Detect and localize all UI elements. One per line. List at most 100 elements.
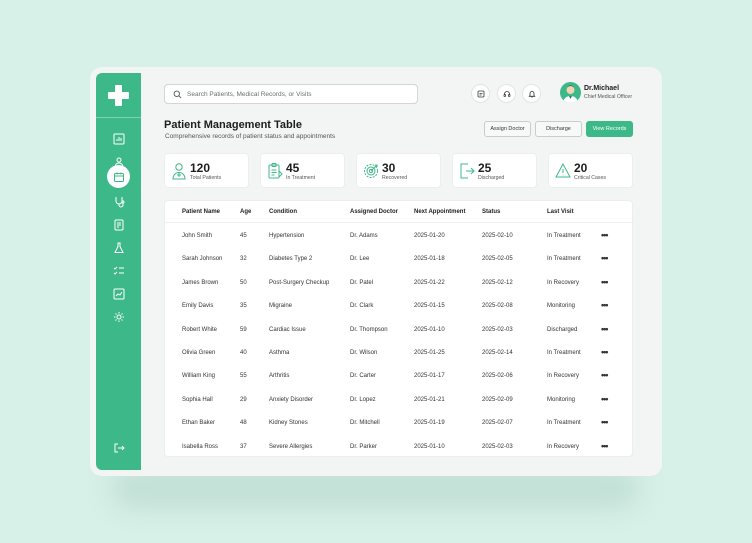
table-cell: 2025-01-19: [414, 420, 445, 427]
stat-label: Discharged: [478, 175, 505, 181]
assign-doctor-button[interactable]: Assign Doctor: [484, 121, 531, 137]
column-header[interactable]: Next Appointment: [414, 209, 465, 215]
sidebar-item-logout[interactable]: [107, 436, 130, 459]
column-header[interactable]: Last Visit: [547, 209, 574, 215]
column-header[interactable]: Assigned Doctor: [350, 209, 398, 215]
table-cell: 50: [240, 279, 247, 286]
sidebar-item-calendar[interactable]: [107, 165, 130, 188]
search-icon: [173, 90, 182, 98]
table-row[interactable]: Isabella Ross 37 Severe Allergies Dr. Parke…: [165, 436, 634, 459]
table-row[interactable]: Sophia Hall 29 Anxiety Disorder Dr. Lopez 20…: [165, 389, 634, 412]
messages-button[interactable]: [471, 84, 490, 103]
stat-label: Critical Cases: [574, 175, 606, 181]
table-cell: Dr. Lopez: [350, 396, 376, 403]
table-cell: In Recovery: [547, 443, 580, 450]
column-header[interactable]: Status: [482, 209, 500, 215]
stat-value: 25: [478, 161, 492, 175]
gear-icon: [113, 311, 124, 322]
sidebar-item-tasks[interactable]: [107, 259, 130, 282]
column-header[interactable]: Patient Name: [182, 209, 220, 215]
stat-card-total-patients: 120 Total Patients: [164, 153, 249, 188]
view-records-button[interactable]: View Records: [586, 121, 633, 137]
warning-icon: [555, 162, 571, 178]
user-name: Dr.Michael: [584, 85, 620, 92]
table-cell: 35: [240, 303, 247, 310]
table-cell: 2025-02-06: [482, 373, 513, 380]
table-cell: 2025-01-25: [414, 350, 445, 356]
sidebar-item-settings[interactable]: [107, 305, 130, 328]
table-row[interactable]: William King 55 Arthritis Dr. Carter 2025-01…: [165, 365, 634, 388]
table-cell: 29: [240, 396, 247, 403]
stat-value: 45: [286, 161, 300, 175]
table-cell: Cardiac Issue: [269, 326, 306, 333]
table-cell: Dr. Mitchell: [350, 420, 380, 427]
table-cell: 2025-02-14: [482, 350, 513, 356]
app-window: Dr.Michael Chief Medical Officer Patient…: [90, 67, 662, 476]
table-cell: 32: [240, 256, 247, 263]
table-cell: 2025-01-20: [414, 233, 445, 239]
search-input[interactable]: [187, 90, 407, 98]
table-cell: 2025-02-10: [482, 233, 513, 239]
table-cell: In Treatment: [547, 350, 581, 356]
patient-icon: [172, 163, 186, 180]
table-row[interactable]: Ethan Baker 48 Kidney Stones Dr. Mitchell 20…: [165, 412, 634, 435]
avatar[interactable]: [560, 82, 581, 103]
discharge-button[interactable]: Discharge: [535, 121, 582, 137]
table-cell: 45: [240, 233, 247, 239]
stat-label: Recovered: [382, 175, 408, 181]
table-row[interactable]: John Smith 45 Hypertension Dr. Adams 2025-01…: [165, 225, 634, 248]
table-cell: Dr. Adams: [350, 233, 378, 239]
table-cell: 2025-01-17: [414, 373, 445, 380]
sidebar-item-health[interactable]: [107, 190, 130, 213]
flask-icon: [113, 242, 124, 253]
table-cell: 40: [240, 350, 247, 356]
table-cell: 2025-01-10: [414, 326, 445, 333]
table-row[interactable]: Emily Davis 35 Migraine Dr. Clark 2025-01-15…: [165, 295, 634, 318]
sidebar-item-reports[interactable]: [107, 282, 130, 305]
logout-icon: [114, 443, 125, 452]
row-more-button[interactable]: •••: [601, 370, 609, 380]
table-cell: 2025-01-15: [414, 303, 445, 310]
row-more-button[interactable]: •••: [601, 324, 609, 334]
row-more-button[interactable]: •••: [601, 300, 609, 310]
table-cell: In Recovery: [547, 373, 580, 380]
row-more-button[interactable]: •••: [601, 417, 609, 427]
stethoscope-icon: [115, 196, 124, 207]
sidebar-item-analytics[interactable]: [107, 127, 130, 150]
table-cell: 59: [240, 326, 247, 333]
table-cell: 2025-01-10: [414, 443, 445, 450]
table-row[interactable]: Robert White 59 Cardiac Issue Dr. Thompson 2…: [165, 319, 634, 342]
table-cell: Monitoring: [547, 396, 576, 403]
table-cell: Dr. Carter: [350, 373, 377, 380]
table-cell: Dr. Thompson: [350, 326, 388, 333]
row-more-button[interactable]: •••: [601, 253, 609, 263]
table-cell: Monitoring: [547, 303, 576, 310]
column-header[interactable]: Condition: [269, 209, 297, 215]
table-row[interactable]: Sarah Johnson 32 Diabetes Type 2 Dr. Lee 202…: [165, 248, 634, 271]
table-cell: Dr. Parker: [350, 443, 378, 450]
column-header[interactable]: Age: [240, 209, 251, 215]
table-cell: 2025-02-09: [482, 396, 513, 403]
notifications-button[interactable]: [522, 84, 541, 103]
calendar-icon: [113, 172, 124, 182]
table-header: Patient Name Age Condition Assigned Doct…: [165, 201, 634, 223]
table-row[interactable]: Olivia Green 40 Asthma Dr. Wilson 2025-01-25…: [165, 342, 634, 365]
medical-cross-logo: [108, 85, 129, 106]
table-cell: John Smith: [182, 233, 213, 239]
stat-value: 30: [382, 161, 396, 175]
doctor-avatar-icon: [563, 85, 578, 103]
message-icon: [477, 90, 484, 97]
row-more-button[interactable]: •••: [601, 277, 609, 287]
row-more-button[interactable]: •••: [601, 347, 609, 357]
table-row[interactable]: James Brown 50 Post-Surgery Checkup Dr. Pat…: [165, 272, 634, 295]
clipboard-icon: [268, 163, 283, 179]
table-cell: 2025-02-07: [482, 420, 513, 427]
search-bar[interactable]: [164, 84, 418, 104]
row-more-button[interactable]: •••: [601, 394, 609, 404]
row-more-button[interactable]: •••: [601, 230, 609, 240]
support-button[interactable]: [497, 84, 516, 103]
sidebar-item-records[interactable]: [107, 213, 130, 236]
row-more-button[interactable]: •••: [601, 441, 609, 451]
sidebar-item-lab[interactable]: [107, 236, 130, 259]
stat-value: 20: [574, 161, 588, 175]
